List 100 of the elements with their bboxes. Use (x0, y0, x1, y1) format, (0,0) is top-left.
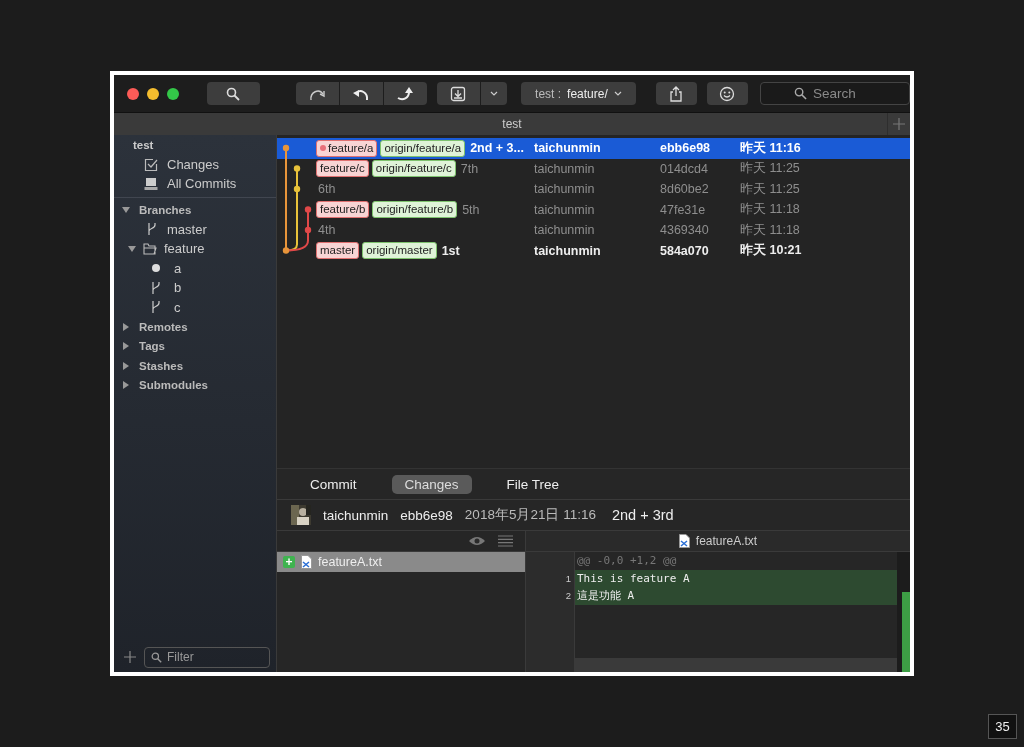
commit-date: 昨天 11:18 (740, 201, 801, 219)
author-name: taichunmin (534, 202, 596, 217)
commit-message: 7th (460, 161, 479, 176)
fetch-button[interactable] (295, 82, 339, 105)
commit-date: 昨天 11:16 (740, 139, 802, 157)
sidebar-item[interactable]: Changes (114, 155, 276, 174)
commit-message: 1st (441, 243, 460, 258)
commit-message: 4th (318, 223, 336, 238)
branch-item[interactable]: feature (114, 239, 276, 259)
author-name: taichunmin (534, 182, 596, 197)
status-badge: + (283, 556, 295, 568)
line-number: 2 (564, 589, 572, 604)
commit-row[interactable]: feature/b origin/feature/b 5th taichunmin 47fe31e 昨天 11:18 (277, 199, 910, 220)
author-name: taichunmin (323, 507, 389, 523)
search-icon (794, 87, 807, 100)
dropdown-button[interactable] (480, 82, 507, 105)
repository-name: test (132, 139, 155, 153)
commit-hash: 47fe31e (660, 202, 707, 217)
commit-message: 5th (462, 202, 480, 217)
file-icon (301, 555, 312, 569)
triangle-right-icon (122, 361, 130, 370)
push-button[interactable] (383, 82, 427, 105)
horizontal-scrollbar[interactable] (575, 658, 897, 672)
triangle-down-icon (122, 205, 130, 214)
filter-field[interactable]: Filter (144, 646, 270, 668)
commit-row[interactable]: feature/a origin/feature/a 2nd + 3... taichunmin ebb6e98 昨天 11:16 (277, 138, 910, 159)
commit-row[interactable]: 4th taichunmin 4369340 昨天 11:18 (277, 220, 910, 241)
author-name: taichunmin (534, 243, 602, 258)
file-icon (678, 534, 690, 548)
detail-tab[interactable]: Changes (391, 474, 472, 494)
triangle-down-icon (128, 244, 136, 253)
computer-icon (144, 176, 158, 191)
detail-tab[interactable]: File Tree (493, 474, 573, 494)
author-name: taichunmin (534, 161, 596, 176)
detail-tab[interactable]: Commit (297, 474, 370, 494)
minimize-window-button[interactable] (147, 87, 159, 100)
triangle-right-icon (122, 322, 130, 331)
branch-label: feature/b (316, 201, 370, 219)
branch-item[interactable]: c (114, 297, 276, 317)
commit-hash: 8d60be2 (660, 182, 710, 197)
commit-date: 昨天 11:25 (740, 160, 801, 178)
commit-hash: 014dcd4 (660, 161, 709, 176)
branch-item[interactable]: a (114, 258, 276, 278)
author-name: taichunmin (534, 141, 602, 156)
commit-message: 6th (318, 182, 336, 197)
smiley-icon (719, 85, 736, 102)
commit-message: 2nd + 3... (470, 141, 524, 156)
search-field[interactable]: Search (760, 82, 910, 105)
plus-icon (124, 651, 136, 663)
page-number: 35 (988, 714, 1017, 739)
chevron-down-icon (489, 90, 498, 97)
commit-row[interactable]: master origin/master 1st taichunmin 584a070 昨天 10:21 (277, 240, 910, 261)
branch-label: feature/c (316, 160, 369, 178)
share-icon (669, 85, 684, 102)
sidebar-section[interactable]: Branches (114, 200, 276, 220)
edit-checkbox-icon (144, 157, 158, 172)
folder-icon (143, 242, 157, 255)
sidebar-section[interactable]: Remotes (114, 317, 276, 337)
commit-date: 昨天 11:25 (740, 180, 801, 198)
zoom-window-button[interactable] (167, 87, 179, 100)
sidebar-section[interactable]: Submodules (114, 375, 276, 395)
branch-label: feature/a (316, 139, 378, 157)
eye-icon (468, 535, 486, 547)
branch-item[interactable]: b (114, 278, 276, 298)
sidebar-section[interactable]: Stashes (114, 356, 276, 376)
pull-button[interactable] (339, 82, 383, 105)
add-button[interactable] (124, 651, 136, 663)
download-box-icon (450, 85, 467, 102)
author-name: taichunmin (534, 223, 596, 238)
branch-selector[interactable]: test : feature/ (520, 82, 636, 105)
search-icon (151, 651, 162, 663)
tab-title: test (502, 117, 522, 131)
branch-label: origin/feature/b (372, 201, 458, 219)
commit-row[interactable]: feature/c origin/feature/c 7th taichunmin 014dcd4 昨天 11:25 (277, 158, 910, 179)
hunk-header: @@ -0,0 +1,2 @@ (576, 553, 678, 570)
close-window-button[interactable] (127, 87, 139, 100)
commit-hash: ebb6e98 (400, 507, 453, 523)
stash-button[interactable] (436, 82, 480, 105)
search-button[interactable] (207, 82, 260, 105)
feedback-button[interactable] (706, 82, 748, 105)
diff-file-name: featureA.txt (695, 534, 758, 548)
chevron-down-icon (613, 90, 622, 97)
commit-row[interactable]: 6th taichunmin 8d60be2 昨天 11:25 (277, 179, 910, 200)
triangle-right-icon (122, 381, 130, 390)
branch-item[interactable]: master (114, 219, 276, 239)
sidebar-section[interactable]: Tags (114, 336, 276, 356)
line-number: 1 (564, 571, 572, 586)
branch-label: origin/feature/c (371, 160, 456, 178)
search-icon (226, 86, 241, 101)
commit-hash: 4369340 (660, 223, 710, 238)
commit-date: 昨天 11:18 (740, 221, 801, 239)
commit-date: 昨天 10:21 (740, 242, 803, 260)
commit-hash: 584a070 (660, 243, 710, 258)
commit-hash: ebb6e98 (660, 141, 712, 156)
commit-date: 2018年5月21日 11:16 (464, 506, 596, 524)
list-icon (498, 535, 513, 547)
triangle-right-icon (122, 342, 130, 351)
share-button[interactable] (655, 82, 697, 105)
sidebar-item[interactable]: All Commits (114, 174, 276, 193)
commit-message: 2nd + 3rd (611, 507, 674, 523)
